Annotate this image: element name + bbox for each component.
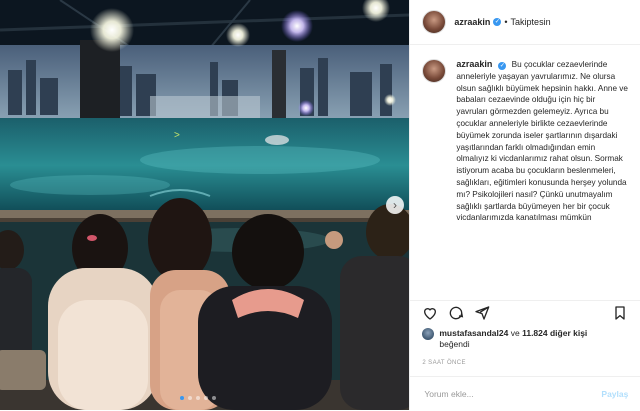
liker-username[interactable]: mustafasandal24 [439, 328, 508, 338]
caption: azraakin ✓ Bu çocuklar cezaevlerinde anne… [456, 59, 628, 224]
liker-avatar[interactable] [422, 328, 435, 340]
comments-section[interactable]: azraakin ✓ Bu çocuklar cezaevlerinde anne… [410, 45, 640, 295]
likes-connector: ve [510, 328, 520, 338]
carousel-dot [212, 396, 216, 400]
caption-avatar[interactable] [422, 59, 447, 83]
post-timestamp[interactable]: 2 SAAT ÖNCE [422, 360, 466, 366]
verified-icon: ✓ [493, 18, 502, 26]
comment-input[interactable] [422, 388, 587, 400]
share-icon[interactable] [474, 305, 490, 321]
aquarium-photo-illustration: > [0, 0, 410, 410]
comment-box: Paylaş [410, 376, 640, 411]
svg-text:>: > [174, 130, 180, 141]
likes-suffix: beğendi [439, 339, 470, 349]
post-header: azraakin ✓ • Takiptesin [410, 0, 640, 45]
comment-icon[interactable] [448, 305, 464, 321]
next-arrow-icon: › [393, 198, 397, 212]
carousel-dot [188, 396, 192, 400]
post-details-panel: azraakin ✓ • Takiptesin azraakin ✓ Bu çoc… [409, 0, 640, 410]
caption-username[interactable]: azraakin [456, 59, 492, 69]
avatar[interactable] [422, 10, 447, 34]
post-comment-button[interactable]: Paylaş [601, 389, 628, 399]
header-username[interactable]: azraakin [454, 17, 490, 27]
action-bar [410, 300, 640, 325]
instagram-post: > › azraakin ✓ • Takiptesin azraakin ✓ B… [0, 0, 640, 410]
likes-summary: mustafasandal24 ve 11.824 diğer kişi beğ… [422, 328, 587, 350]
post-photo[interactable]: > › [0, 0, 410, 410]
likes-count[interactable]: 11.824 diğer kişi [522, 328, 587, 338]
likes-text: mustafasandal24 ve 11.824 diğer kişi beğ… [439, 328, 587, 350]
carousel-dot [180, 396, 184, 400]
bookmark-icon[interactable] [612, 305, 628, 321]
carousel-dot [204, 396, 208, 400]
heart-icon[interactable] [422, 305, 438, 321]
verified-icon: ✓ [498, 62, 507, 70]
following-status[interactable]: Takiptesin [511, 17, 551, 27]
caption-row: azraakin ✓ Bu çocuklar cezaevlerinde anne… [410, 45, 640, 224]
carousel-dot [196, 396, 200, 400]
header-separator: • [504, 17, 508, 27]
carousel-indicator [180, 396, 216, 400]
carousel-next-button[interactable]: › [386, 196, 404, 214]
caption-text: Bu çocuklar cezaevlerinde anneleriyle ya… [456, 60, 628, 223]
